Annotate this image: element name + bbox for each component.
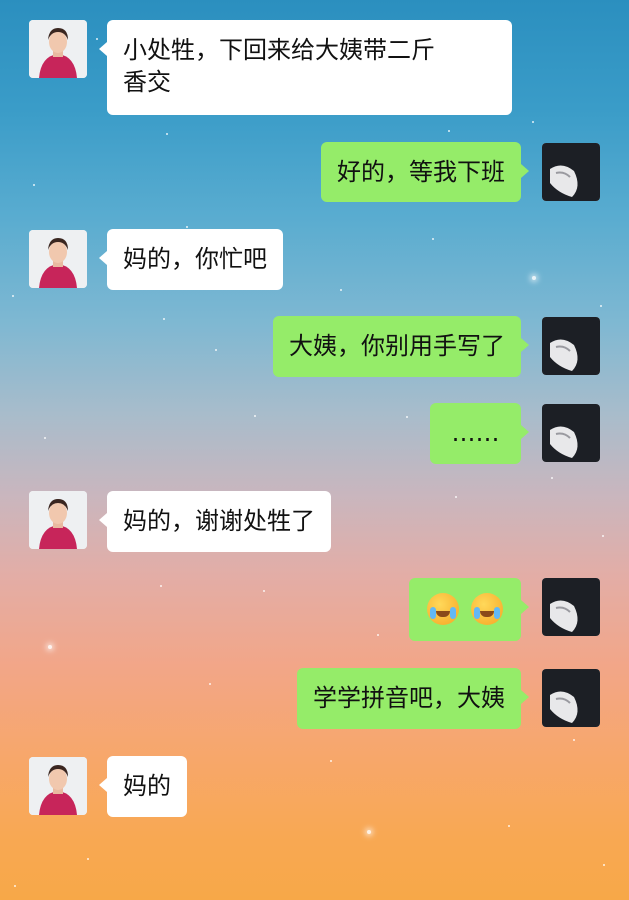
message-bubble-sent[interactable]: 学学拼音吧，大姨 (297, 668, 529, 729)
message-bubble-received[interactable]: 妈的 (99, 756, 187, 817)
my-avatar[interactable] (542, 404, 600, 462)
laughing-crying-emoji-icon (427, 593, 460, 625)
message-bubble-received[interactable]: 小处牲，下回来给大姨带二斤 香交 (99, 20, 512, 115)
message-text: 学学拼音吧，大姨 (313, 684, 505, 712)
laughing-crying-emoji-icon (471, 593, 503, 625)
my-avatar[interactable] (542, 143, 600, 201)
aunt-avatar[interactable] (29, 230, 87, 288)
message-text-line: 香交 (123, 68, 171, 96)
aunt-avatar[interactable] (29, 491, 87, 549)
message-text: 妈的，谢谢处牲了 (123, 507, 315, 535)
my-avatar[interactable] (542, 317, 600, 375)
message-bubble-sent[interactable]: 好的，等我下班 (321, 142, 529, 202)
message-text: 妈的，你忙吧 (123, 245, 267, 273)
message-bubble-sent[interactable] (409, 578, 529, 641)
message-text: …… (451, 419, 500, 447)
message-bubble-received[interactable]: 妈的，你忙吧 (99, 229, 283, 290)
my-avatar[interactable] (542, 578, 600, 636)
message-bubble-received[interactable]: 妈的，谢谢处牲了 (99, 491, 331, 552)
aunt-avatar[interactable] (29, 757, 87, 815)
message-text: 大姨，你别用手写了 (289, 332, 505, 360)
message-text: 好的，等我下班 (337, 158, 505, 186)
message-bubble-sent[interactable]: …… (430, 403, 529, 464)
message-text-line: 小处牲，下回来给大姨带二斤 (123, 36, 435, 64)
message-text: 妈的 (123, 772, 171, 800)
message-bubble-sent[interactable]: 大姨，你别用手写了 (273, 316, 529, 377)
aunt-avatar[interactable] (29, 20, 87, 78)
my-avatar[interactable] (542, 669, 600, 727)
